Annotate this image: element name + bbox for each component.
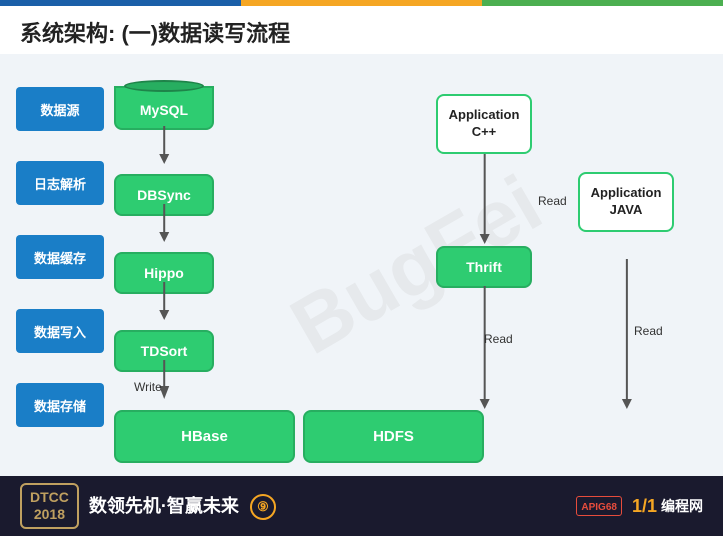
hippo-box: Hippo bbox=[114, 252, 214, 294]
footer-slogan: 数领先机·智赢未来 ⑨ bbox=[89, 492, 276, 520]
footer-logos: APIG68 1/1 编程网 bbox=[576, 496, 703, 517]
label-log-parse: 日志解析 bbox=[16, 161, 104, 205]
write-label: Write bbox=[134, 380, 162, 394]
mysql-node: MySQL bbox=[114, 74, 214, 130]
label-data-store: 数据存储 bbox=[16, 383, 104, 427]
tdsort-node: TDSort bbox=[114, 330, 214, 372]
footer: DTCC 2018 数领先机·智赢未来 ⑨ APIG68 1/1 编程网 bbox=[0, 476, 723, 536]
app-cpp-box: Application C++ bbox=[436, 94, 532, 154]
label-data-cache: 数据缓存 bbox=[16, 235, 104, 279]
main-container: 系统架构: (一)数据读写流程 BugFei bbox=[0, 0, 723, 536]
dtcc-logo: DTCC 2018 bbox=[20, 483, 79, 529]
header: 系统架构: (一)数据读写流程 bbox=[0, 6, 723, 54]
bottom-nodes: HBase HDFS bbox=[114, 410, 484, 463]
page-title: 系统架构: (一)数据读写流程 bbox=[20, 16, 703, 48]
read-label-2: Read bbox=[484, 332, 513, 346]
content-area: BugFei bbox=[0, 54, 723, 476]
hippo-node: Hippo bbox=[114, 252, 214, 294]
read-label-1: Read bbox=[538, 194, 567, 208]
coding-brand: 1/1 编程网 bbox=[632, 496, 703, 517]
circle-icon: ⑨ bbox=[250, 494, 276, 520]
hbase-box: HBase bbox=[114, 410, 295, 463]
app-cpp-node: Application C++ bbox=[436, 94, 532, 154]
hdfs-box: HDFS bbox=[303, 410, 484, 463]
labels-column: 数据源 日志解析 数据缓存 数据写入 数据存储 bbox=[16, 72, 104, 442]
app-java-node: Application JAVA bbox=[578, 172, 674, 232]
coding-text: 编程网 bbox=[661, 496, 703, 516]
label-datasource: 数据源 bbox=[16, 87, 104, 131]
thrift-box: Thrift bbox=[436, 246, 532, 288]
read-label-3: Read bbox=[634, 324, 663, 338]
tdsort-box: TDSort bbox=[114, 330, 214, 372]
thrift-node: Thrift bbox=[436, 246, 532, 288]
dbsync-box: DBSync bbox=[114, 174, 214, 216]
diagram: 数据源 日志解析 数据缓存 数据写入 数据存储 MySQL DBSync bbox=[16, 64, 707, 454]
footer-left: DTCC 2018 数领先机·智赢未来 ⑨ bbox=[20, 483, 276, 529]
mysql-box: MySQL bbox=[114, 86, 214, 130]
coding-icon: 1/1 bbox=[632, 496, 657, 517]
app-java-box: Application JAVA bbox=[578, 172, 674, 232]
label-data-write: 数据写入 bbox=[16, 309, 104, 353]
kpi-logo: APIG68 bbox=[576, 496, 622, 516]
dbsync-node: DBSync bbox=[114, 174, 214, 216]
